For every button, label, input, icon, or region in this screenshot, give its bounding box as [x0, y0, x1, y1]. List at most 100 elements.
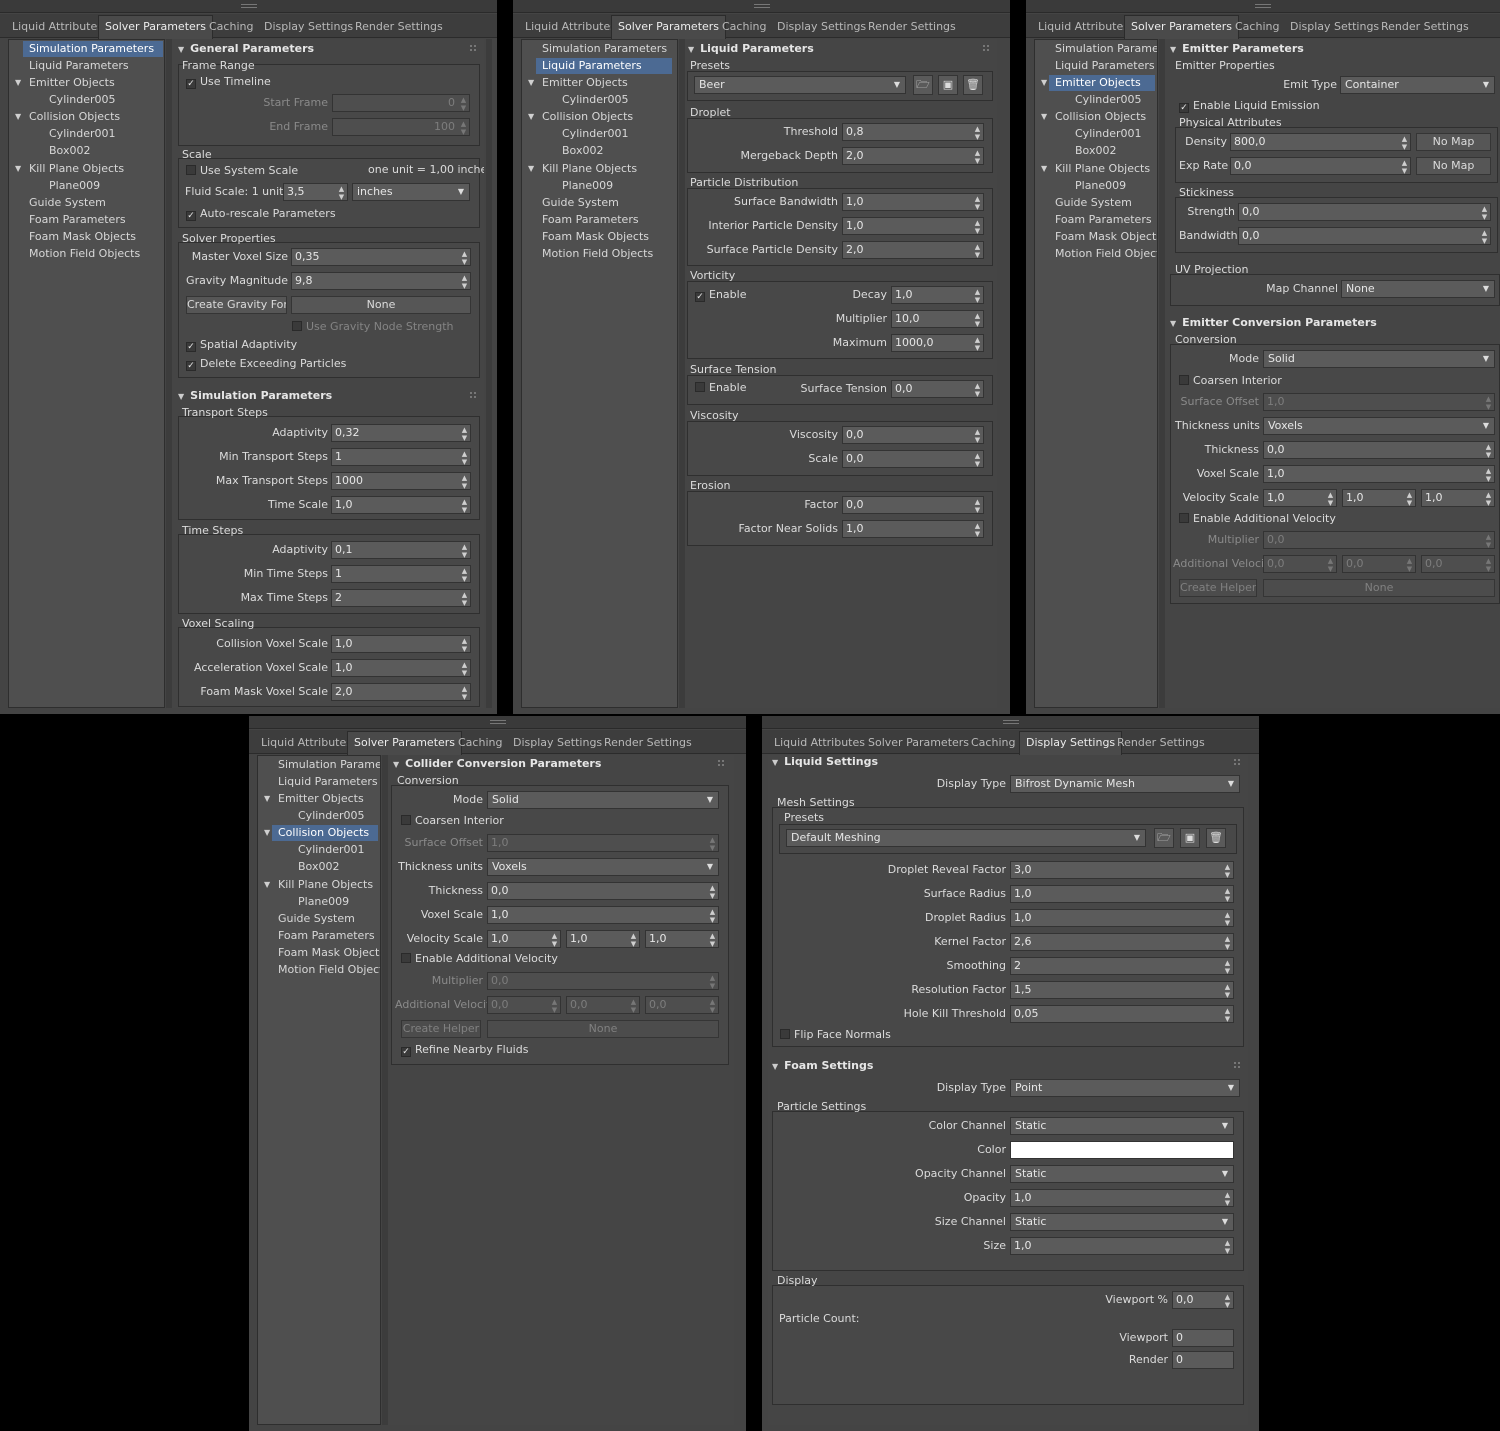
chevron-down-icon[interactable]: ▼ — [264, 877, 270, 893]
tree-item-motion-field-objects[interactable]: Motion Field Objects — [29, 246, 140, 262]
tree-item-kill-plane-objects[interactable]: Kill Plane Objects — [29, 161, 124, 177]
tree-item-guide-system[interactable]: Guide System — [1055, 195, 1132, 211]
opacity-spinner[interactable]: 1,0 ▲ ▼ — [1010, 1189, 1234, 1207]
tab-caching[interactable]: Caching — [456, 732, 504, 754]
tree-item-liquid-parameters[interactable]: Liquid Parameters — [278, 774, 378, 790]
rollout-foam-settings[interactable]: ▼ Foam Settings — [772, 1057, 873, 1075]
foam-voxel-spinner[interactable]: 2,0 ▲ ▼ — [331, 683, 471, 701]
rollout-simulation-parameters[interactable]: ▼ Simulation Parameters — [178, 387, 332, 405]
surface-bandwidth-spinner[interactable]: 1,0 ▲ ▼ — [842, 193, 984, 211]
transport-adaptivity-spinner[interactable]: 0,32 ▲ ▼ — [331, 424, 471, 442]
velocity-scale-z-spinner[interactable]: 1,0 ▲ ▼ — [645, 930, 719, 948]
rollout-collider-conversion[interactable]: ▼ Collider Conversion Parameters — [393, 755, 601, 773]
density-no-map-button[interactable]: No Map — [1416, 133, 1491, 151]
accel-voxel-spinner[interactable]: 1,0 ▲ ▼ — [331, 659, 471, 677]
tab-display-settings[interactable]: Display Settings — [511, 732, 604, 754]
min-transport-spinner[interactable]: 1 ▲ ▼ — [331, 448, 471, 466]
tree-item-cylinder001[interactable]: Cylinder001 — [49, 126, 116, 142]
vorticity-maximum-spinner[interactable]: 1000,0 ▲ ▼ — [891, 334, 984, 352]
erosion-factor-spinner[interactable]: 0,0 ▲ ▼ — [842, 496, 984, 514]
create-gravity-force-button[interactable]: Create Gravity Force — [186, 296, 287, 314]
drag-strip[interactable] — [513, 0, 1010, 13]
tree-item-box002[interactable]: Box002 — [562, 143, 603, 159]
tree-item-cylinder001[interactable]: Cylinder001 — [298, 842, 365, 858]
save-icon[interactable]: ▣ — [938, 75, 958, 95]
tab-liquid-attributes[interactable]: Liquid Attributes — [772, 732, 867, 754]
foam-display-type-dropdown[interactable]: Point ▼ — [1010, 1079, 1240, 1097]
tree-item-box002[interactable]: Box002 — [49, 143, 90, 159]
conversion-mode-dropdown[interactable]: Solid ▼ — [487, 791, 719, 809]
viscosity-scale-spinner[interactable]: 0,0 ▲ ▼ — [842, 450, 984, 468]
tab-solver-parameters[interactable]: Solver Parameters — [866, 732, 971, 754]
tree-item-foam-parameters[interactable]: Foam Parameters — [542, 212, 639, 228]
tree-item-liquid-parameters[interactable]: Liquid Parameters — [536, 58, 672, 74]
tree-item-motion-field-objects[interactable]: Motion Field Objects — [542, 246, 653, 262]
delete-exceeding-checkbox[interactable]: ✓ Delete Exceeding Particles — [186, 356, 346, 372]
threshold-spinner[interactable]: 0,8 ▲ ▼ — [842, 123, 984, 141]
tree-item-plane009[interactable]: Plane009 — [1075, 178, 1126, 194]
auto-rescale-checkbox[interactable]: ✓ Auto-rescale Parameters — [186, 206, 336, 222]
fluid-unit-dropdown[interactable]: inches ▼ — [352, 183, 470, 201]
surface-density-spinner[interactable]: 2,0 ▲ ▼ — [842, 241, 984, 259]
tree-item-foam-parameters[interactable]: Foam Parameters — [278, 928, 375, 944]
tree-item-cylinder005[interactable]: Cylinder005 — [562, 92, 629, 108]
tree-item-motion-field-objects[interactable]: Motion Field Objects — [1055, 246, 1157, 262]
color-swatch[interactable] — [1010, 1141, 1234, 1159]
tree-item-emitter-objects[interactable]: Emitter Objects — [278, 791, 364, 807]
tab-render-settings[interactable]: Render Settings — [353, 16, 445, 38]
tree-item-foam-mask-objects[interactable]: Foam Mask Objects — [278, 945, 380, 961]
thickness-units-dropdown[interactable]: Voxels ▼ — [1263, 417, 1495, 435]
voxel-scale-spinner[interactable]: 1,0 ▲ ▼ — [487, 906, 719, 924]
enable-additional-velocity-checkbox[interactable]: Enable Additional Velocity — [1179, 511, 1336, 527]
vorticity-enable-checkbox[interactable]: ✓ Enable — [695, 287, 746, 303]
tab-liquid-attributes[interactable]: Liquid Attributes — [523, 16, 618, 38]
tree-item-cylinder001[interactable]: Cylinder001 — [1075, 126, 1142, 142]
resolution-factor-spinner[interactable]: 1,5 ▲ ▼ — [1010, 981, 1234, 999]
velocity-scale-y-spinner[interactable]: 1,0 ▲ ▼ — [1342, 489, 1416, 507]
tree-item-foam-mask-objects[interactable]: Foam Mask Objects — [1055, 229, 1157, 245]
exp-rate-spinner[interactable]: 0,0 ▲ ▼ — [1230, 157, 1411, 175]
tree-item-box002[interactable]: Box002 — [1075, 143, 1116, 159]
tree-item-plane009[interactable]: Plane009 — [562, 178, 613, 194]
drag-dots-icon[interactable] — [1234, 1062, 1240, 1068]
smoothing-spinner[interactable]: 2 ▲ ▼ — [1010, 957, 1234, 975]
folder-icon[interactable]: 🗁 — [1154, 828, 1174, 848]
drag-dots-icon[interactable] — [470, 45, 476, 51]
tab-display-settings[interactable]: Display Settings — [775, 16, 868, 38]
chevron-down-icon[interactable]: ▼ — [528, 109, 534, 125]
coarsen-interior-checkbox[interactable]: Coarsen Interior — [401, 813, 504, 829]
map-channel-dropdown[interactable]: None ▼ — [1341, 280, 1495, 298]
thickness-spinner[interactable]: 0,0 ▲ ▼ — [487, 882, 719, 900]
rollout-liquid-settings[interactable]: ▼ Liquid Settings — [772, 755, 878, 771]
exp-rate-no-map-button[interactable]: No Map — [1416, 157, 1491, 175]
use-timeline-checkbox[interactable]: ✓ Use Timeline — [186, 74, 271, 90]
velocity-scale-z-spinner[interactable]: 1,0 ▲ ▼ — [1421, 489, 1495, 507]
tree-item-simulation-parameters[interactable]: Simulation Parame... — [278, 757, 380, 773]
surface-radius-spinner[interactable]: 1,0 ▲ ▼ — [1010, 885, 1234, 903]
spatial-adaptivity-checkbox[interactable]: ✓ Spatial Adaptivity — [186, 337, 297, 353]
drag-strip[interactable] — [1026, 0, 1500, 13]
tree-item-box002[interactable]: Box002 — [298, 859, 339, 875]
surface-tension-enable-checkbox[interactable]: Enable — [695, 380, 746, 396]
tree-item-kill-plane-objects[interactable]: Kill Plane Objects — [278, 877, 373, 893]
bandwidth-spinner[interactable]: 0,0 ▲ ▼ — [1238, 227, 1491, 245]
tab-render-settings[interactable]: Render Settings — [1115, 732, 1207, 754]
enable-additional-velocity-checkbox[interactable]: Enable Additional Velocity — [401, 951, 558, 967]
chevron-down-icon[interactable]: ▼ — [15, 75, 21, 91]
drag-strip[interactable] — [762, 716, 1259, 729]
time-scale-spinner[interactable]: 1,0 ▲ ▼ — [331, 496, 471, 514]
tree-item-cylinder005[interactable]: Cylinder005 — [49, 92, 116, 108]
tab-caching[interactable]: Caching — [720, 16, 768, 38]
chevron-down-icon[interactable]: ▼ — [528, 75, 534, 91]
kernel-factor-spinner[interactable]: 2,6 ▲ ▼ — [1010, 933, 1234, 951]
tree-item-simulation-parameters[interactable]: Simulation Parameters — [542, 41, 667, 57]
viewport-percent-spinner[interactable]: 0,0 ▲ ▼ — [1172, 1291, 1234, 1309]
rollout-liquid-parameters[interactable]: ▼ Liquid Parameters — [688, 40, 814, 58]
chevron-down-icon[interactable]: ▼ — [15, 109, 21, 125]
tree-item-emitter-objects[interactable]: Emitter Objects — [29, 75, 115, 91]
tab-caching[interactable]: Caching — [1233, 16, 1281, 38]
tab-caching[interactable]: Caching — [969, 732, 1017, 754]
tab-render-settings[interactable]: Render Settings — [602, 732, 694, 754]
vorticity-multiplier-spinner[interactable]: 10,0 ▲ ▼ — [891, 310, 984, 328]
conversion-mode-dropdown[interactable]: Solid ▼ — [1263, 350, 1495, 368]
